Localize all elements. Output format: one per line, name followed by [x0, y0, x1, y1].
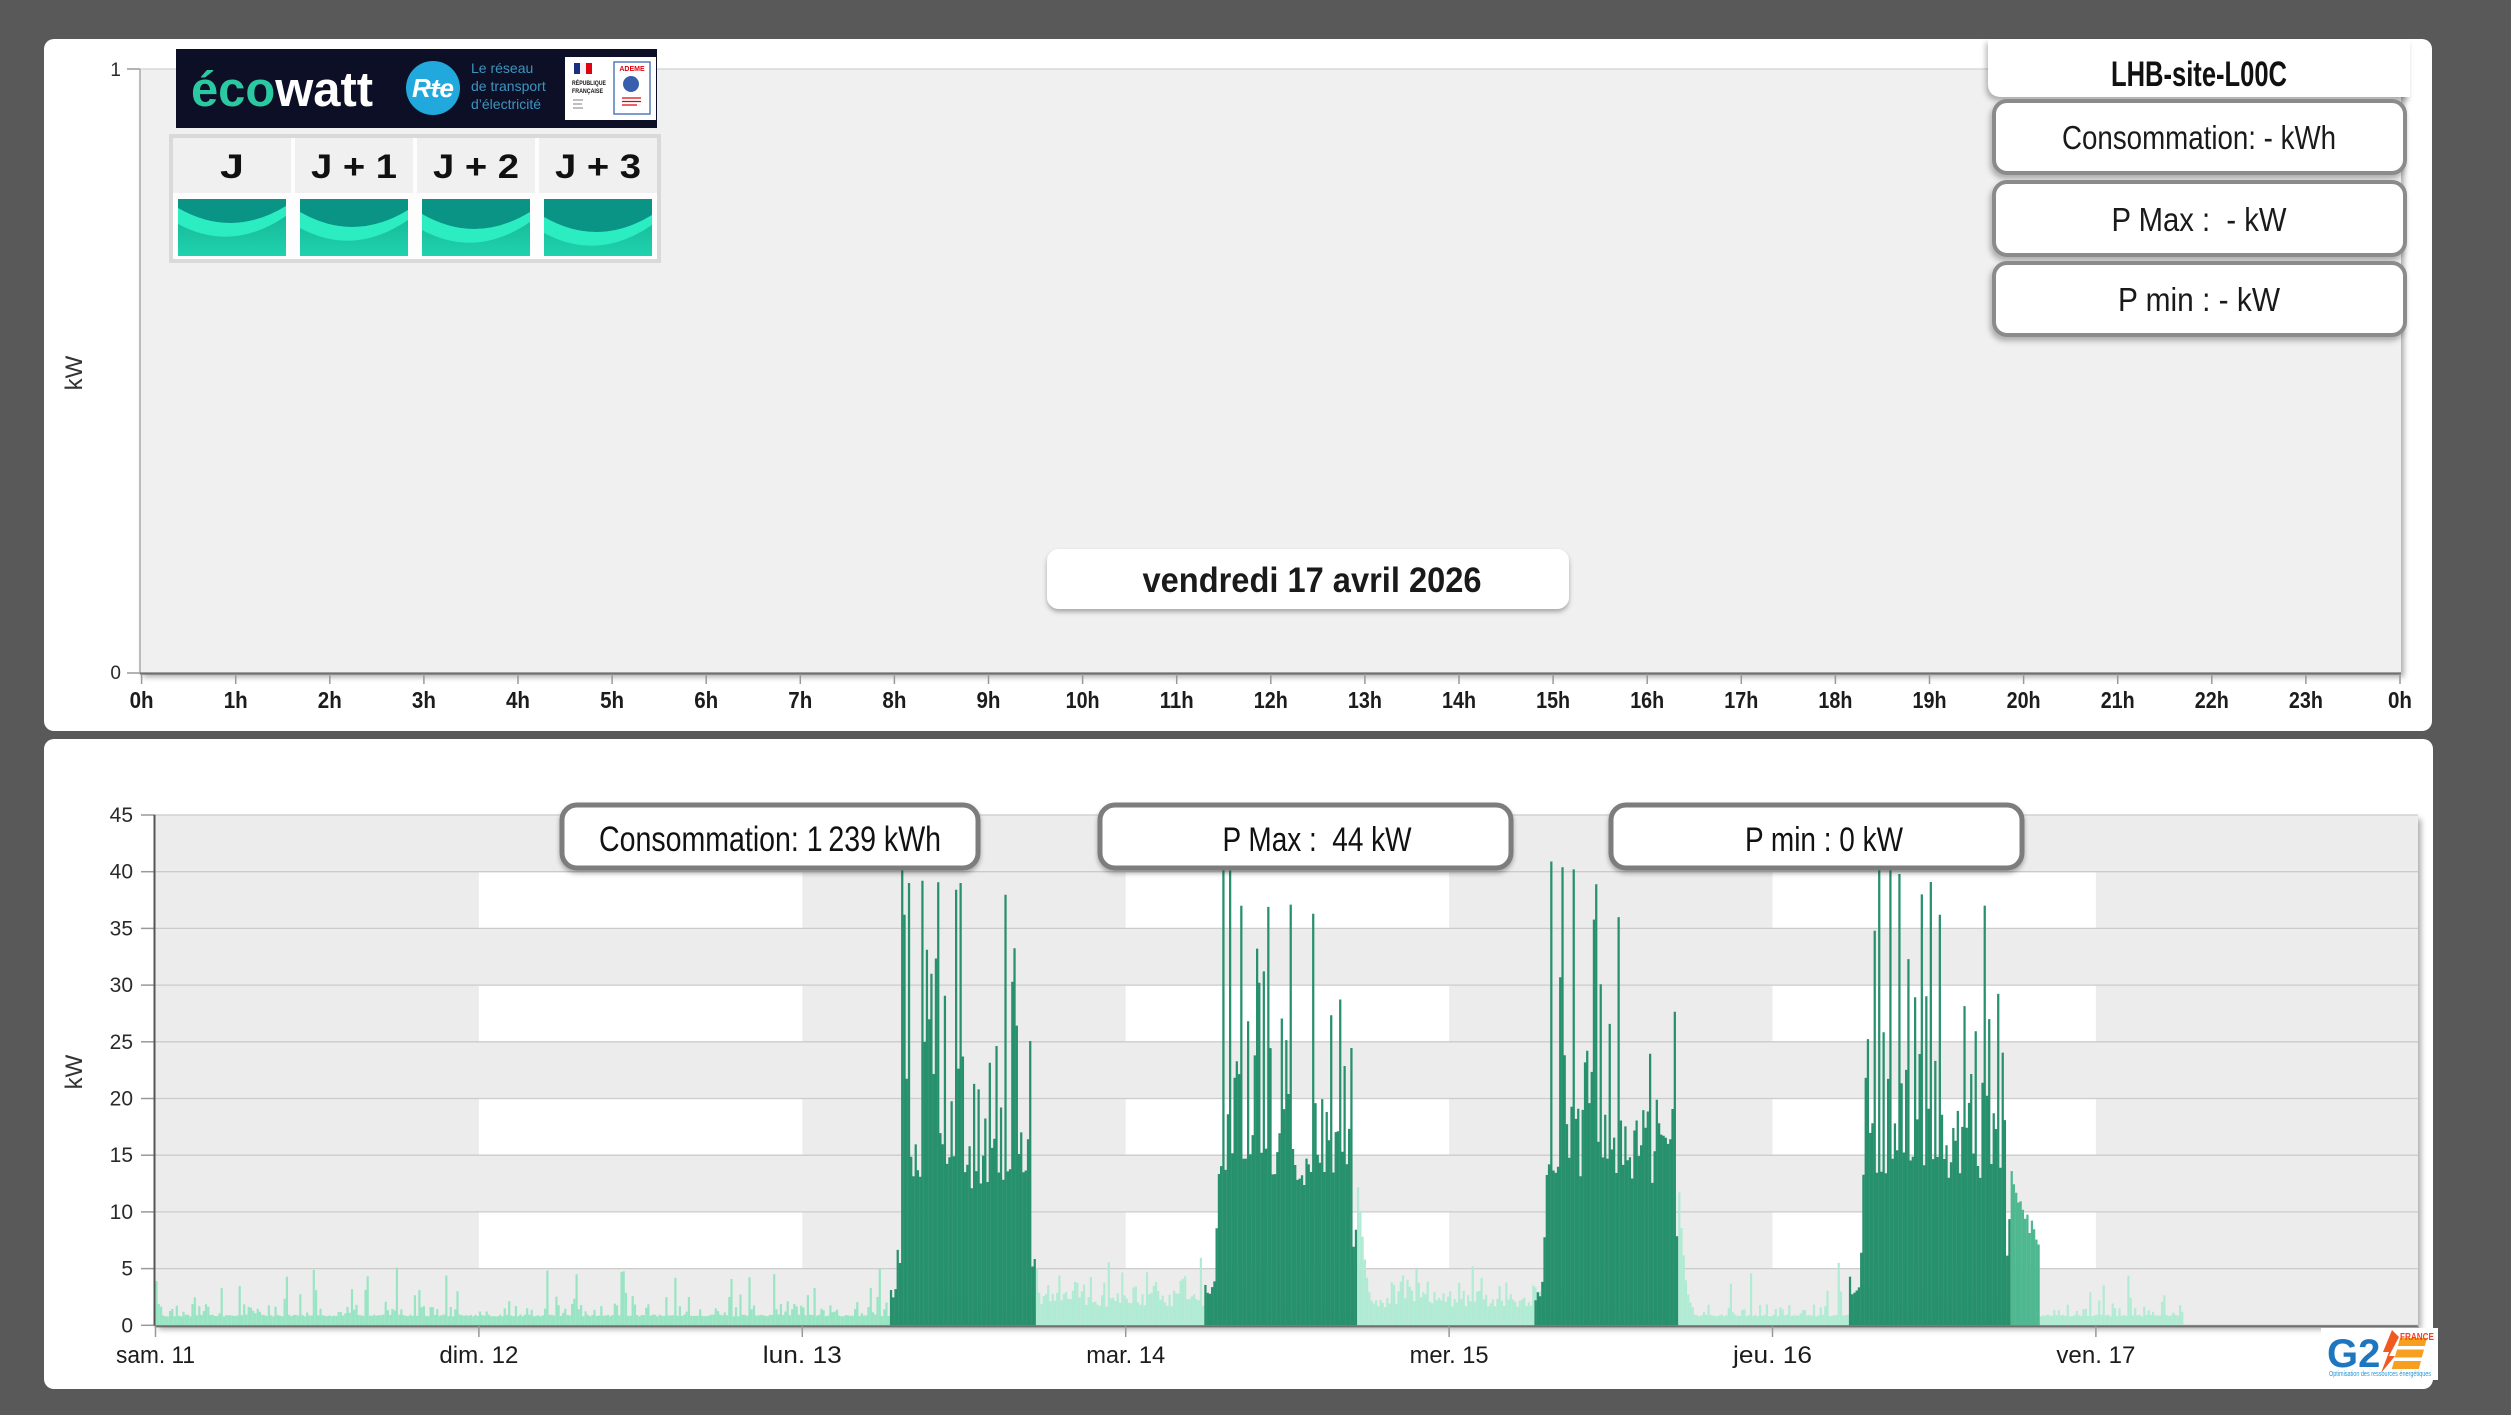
- svg-text:kW: kW: [61, 1054, 88, 1089]
- svg-text:40: 40: [110, 861, 133, 884]
- svg-text:30: 30: [110, 974, 133, 997]
- svg-text:0h: 0h: [130, 687, 154, 713]
- svg-text:3h: 3h: [412, 687, 436, 713]
- svg-text:9h: 9h: [977, 687, 1001, 713]
- svg-text:écowatt: écowatt: [191, 63, 373, 117]
- svg-text:11h: 11h: [1160, 687, 1194, 713]
- svg-text:20: 20: [110, 1088, 133, 1111]
- svg-text:25: 25: [110, 1031, 133, 1054]
- svg-text:45: 45: [110, 804, 133, 827]
- svg-text:13h: 13h: [1348, 687, 1382, 713]
- svg-text:jeu. 16: jeu. 16: [1732, 1342, 1812, 1369]
- svg-text:ADEME: ADEME: [619, 66, 645, 73]
- svg-text:LHB-site-L00C: LHB-site-L00C: [2111, 55, 2287, 94]
- svg-text:16h: 16h: [1630, 687, 1664, 713]
- svg-text:14h: 14h: [1442, 687, 1476, 713]
- svg-text:Consommation: 1 239 kWh: Consommation: 1 239 kWh: [599, 820, 941, 859]
- svg-text:Consommation: - kWh: Consommation: - kWh: [2062, 119, 2336, 156]
- svg-text:2h: 2h: [318, 687, 342, 713]
- svg-text:6h: 6h: [694, 687, 718, 713]
- svg-text:P min : - kW: P min : - kW: [2118, 281, 2281, 318]
- svg-text:FRANCE: FRANCE: [2400, 1331, 2434, 1343]
- svg-text:15h: 15h: [1536, 687, 1570, 713]
- svg-text:J + 2: J + 2: [433, 148, 519, 186]
- svg-text:10: 10: [110, 1201, 133, 1224]
- svg-text:19h: 19h: [1913, 687, 1947, 713]
- svg-text:sam. 11: sam. 11: [116, 1342, 195, 1369]
- svg-text:10h: 10h: [1066, 687, 1100, 713]
- svg-text:21h: 21h: [2101, 687, 2135, 713]
- svg-text:P Max : 44 kW: P Max : 44 kW: [1223, 821, 1412, 859]
- svg-text:Le réseau: Le réseau: [471, 60, 533, 76]
- svg-text:1h: 1h: [224, 687, 248, 713]
- svg-text:0: 0: [110, 663, 121, 684]
- svg-text:5: 5: [121, 1258, 133, 1281]
- svg-text:lun. 13: lun. 13: [763, 1342, 842, 1369]
- svg-text:Optimisation des ressources én: Optimisation des ressources énergétiques: [2329, 1371, 2431, 1378]
- svg-text:RÉPUBLIQUE: RÉPUBLIQUE: [572, 78, 606, 87]
- svg-text:P min : 0 kW: P min : 0 kW: [1745, 821, 1903, 859]
- svg-text:P Max : - kW: P Max : - kW: [2112, 201, 2288, 238]
- svg-text:J + 1: J + 1: [311, 148, 397, 186]
- svg-text:20h: 20h: [2007, 687, 2041, 713]
- svg-text:kW: kW: [61, 355, 88, 390]
- svg-text:7h: 7h: [788, 687, 812, 713]
- svg-text:1: 1: [110, 60, 121, 81]
- svg-text:mer. 15: mer. 15: [1410, 1342, 1489, 1369]
- svg-text:G2: G2: [2327, 1332, 2380, 1376]
- svg-text:12h: 12h: [1254, 687, 1288, 713]
- svg-text:J + 3: J + 3: [555, 148, 641, 186]
- svg-text:17h: 17h: [1724, 687, 1758, 713]
- svg-text:18h: 18h: [1818, 687, 1852, 713]
- svg-text:22h: 22h: [2195, 687, 2229, 713]
- svg-text:mar. 14: mar. 14: [1086, 1342, 1165, 1369]
- svg-text:ven. 17: ven. 17: [2056, 1342, 2135, 1369]
- svg-text:23h: 23h: [2289, 687, 2323, 713]
- svg-text:0h: 0h: [2388, 687, 2412, 713]
- svg-text:35: 35: [110, 917, 133, 940]
- svg-text:d’électricité: d’électricité: [471, 96, 541, 112]
- svg-text:J: J: [220, 148, 244, 186]
- svg-text:8h: 8h: [882, 687, 906, 713]
- svg-text:dim. 12: dim. 12: [439, 1342, 518, 1369]
- svg-text:4h: 4h: [506, 687, 530, 713]
- svg-text:5h: 5h: [600, 687, 624, 713]
- svg-text:vendredi 17 avril 2026: vendredi 17 avril 2026: [1143, 561, 1482, 600]
- svg-text:15: 15: [110, 1144, 133, 1167]
- svg-text:0: 0: [121, 1314, 133, 1337]
- svg-text:FRANÇAISE: FRANÇAISE: [572, 88, 603, 95]
- svg-text:de transport: de transport: [471, 78, 546, 94]
